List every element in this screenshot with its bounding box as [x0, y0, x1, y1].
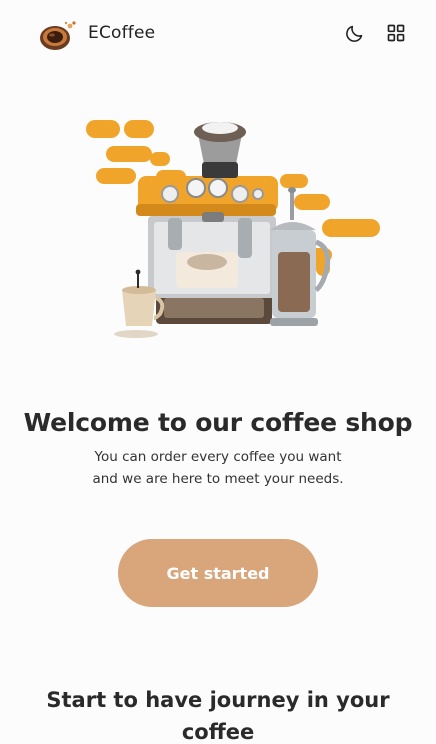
welcome-subtitle: You can order every coffee you want and …	[68, 446, 368, 490]
welcome-subtitle-line-2: and we are here to meet your needs.	[92, 471, 344, 487]
top-header: ECoffee	[0, 0, 436, 70]
grid-menu-icon[interactable]	[385, 22, 407, 44]
espresso-machine-illustration	[80, 112, 385, 347]
welcome-subtitle-line-1: You can order every coffee you want	[94, 449, 342, 465]
landing-page: ECoffee Welcome to our coffee shop You c…	[0, 0, 436, 744]
moon-icon[interactable]	[343, 22, 365, 44]
coffee-cup-logo-icon[interactable]	[38, 18, 78, 52]
get-started-button[interactable]: Get started	[118, 539, 318, 607]
brand-name[interactable]: ECoffee	[88, 23, 155, 43]
welcome-title: Welcome to our coffee shop	[23, 408, 413, 437]
journey-section-title: Start to have journey in your coffee	[46, 688, 390, 744]
